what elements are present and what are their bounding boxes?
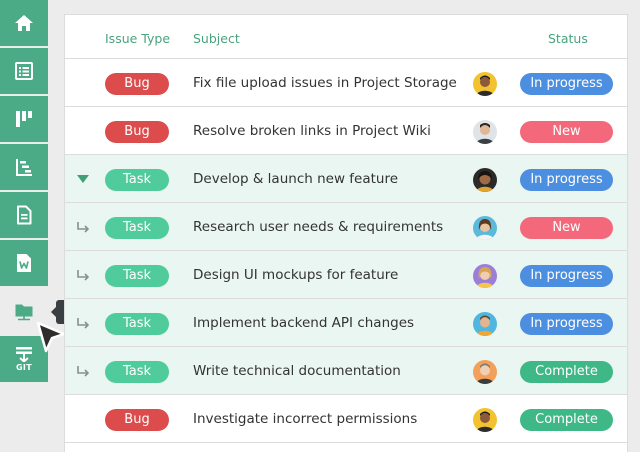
- table-row[interactable]: Task Write technical documentation Compl…: [65, 347, 627, 395]
- status-badge[interactable]: In progress: [520, 265, 613, 287]
- sidebar-item-issues[interactable]: [0, 48, 48, 94]
- issue-type-badge: Task: [105, 313, 169, 335]
- issues-table: Issue Type Subject Status Bug Fix file u…: [64, 14, 628, 452]
- status-badge[interactable]: In progress: [520, 169, 613, 191]
- board-icon: [16, 111, 32, 127]
- sidebar-item-home[interactable]: [0, 0, 48, 46]
- subtask-arrow-icon: [75, 267, 91, 283]
- issue-type-badge: Task: [105, 217, 169, 239]
- issue-subject-link[interactable]: Write technical documentation: [193, 363, 401, 379]
- status-badge[interactable]: In progress: [520, 73, 613, 95]
- list-icon: [15, 62, 33, 80]
- status-badge[interactable]: New: [520, 217, 613, 239]
- sidebar-item-wiki[interactable]: [0, 240, 48, 286]
- folder-icon: [15, 304, 33, 321]
- table-row[interactable]: Task Research user needs & requirements …: [65, 203, 627, 251]
- issue-subject-link[interactable]: Research user needs & requirements: [193, 219, 443, 235]
- issue-type-badge: Task: [105, 361, 169, 383]
- issue-type-badge: Task: [105, 265, 169, 287]
- table-header: Issue Type Subject Status: [65, 15, 627, 59]
- avatar[interactable]: [473, 216, 497, 240]
- issue-type-badge: Bug: [105, 73, 169, 95]
- status-badge[interactable]: In progress: [520, 313, 613, 335]
- issue-type-badge: Task: [105, 169, 169, 191]
- table-row[interactable]: Task Implement backend API changes In pr…: [65, 299, 627, 347]
- issue-subject-link[interactable]: Investigate incorrect permissions: [193, 411, 417, 427]
- table-row[interactable]: Bug Fix file upload issues in Project St…: [65, 59, 627, 107]
- header-issue-type[interactable]: Issue Type: [105, 31, 170, 46]
- home-icon: [15, 15, 33, 31]
- subtask-arrow-icon: [75, 219, 91, 235]
- git-icon: [16, 347, 32, 362]
- issue-type-badge: Bug: [105, 121, 169, 143]
- avatar[interactable]: [473, 360, 497, 384]
- issue-subject-link[interactable]: Fix file upload issues in Project Storag…: [193, 75, 457, 91]
- table-row[interactable]: Task Design UI mockups for feature In pr…: [65, 251, 627, 299]
- subtask-arrow-icon: [75, 363, 91, 379]
- sidebar: GIT: [0, 0, 48, 452]
- avatar[interactable]: [473, 120, 497, 144]
- status-badge[interactable]: Complete: [520, 409, 613, 431]
- avatar[interactable]: [473, 312, 497, 336]
- header-subject[interactable]: Subject: [193, 31, 240, 46]
- sidebar-item-gantt[interactable]: [0, 144, 48, 190]
- word-doc-icon: [17, 254, 31, 272]
- header-status[interactable]: Status: [548, 31, 588, 46]
- avatar[interactable]: [473, 264, 497, 288]
- table-row[interactable]: Task Develop & launch new feature In pro…: [65, 155, 627, 203]
- mouse-cursor-icon: [36, 321, 66, 353]
- issue-subject-link[interactable]: Resolve broken links in Project Wiki: [193, 123, 431, 139]
- issue-type-badge: Bug: [105, 409, 169, 431]
- status-badge[interactable]: New: [520, 121, 613, 143]
- avatar[interactable]: [473, 168, 497, 192]
- table-row[interactable]: Bug Resolve broken links in Project Wiki…: [65, 107, 627, 155]
- gantt-icon: [16, 159, 32, 176]
- git-label: GIT: [16, 363, 32, 372]
- subtask-arrow-icon: [75, 315, 91, 331]
- sidebar-item-board[interactable]: [0, 96, 48, 142]
- sidebar-item-documents[interactable]: [0, 192, 48, 238]
- issue-subject-link[interactable]: Develop & launch new feature: [193, 171, 398, 187]
- avatar[interactable]: [473, 72, 497, 96]
- status-badge[interactable]: Complete: [520, 361, 613, 383]
- issue-subject-link[interactable]: Design UI mockups for feature: [193, 267, 398, 283]
- document-icon: [17, 205, 32, 225]
- avatar[interactable]: [473, 408, 497, 432]
- issue-subject-link[interactable]: Implement backend API changes: [193, 315, 414, 331]
- table-row[interactable]: Bug Investigate incorrect permissions Co…: [65, 395, 627, 443]
- collapse-triangle-icon[interactable]: [75, 171, 91, 187]
